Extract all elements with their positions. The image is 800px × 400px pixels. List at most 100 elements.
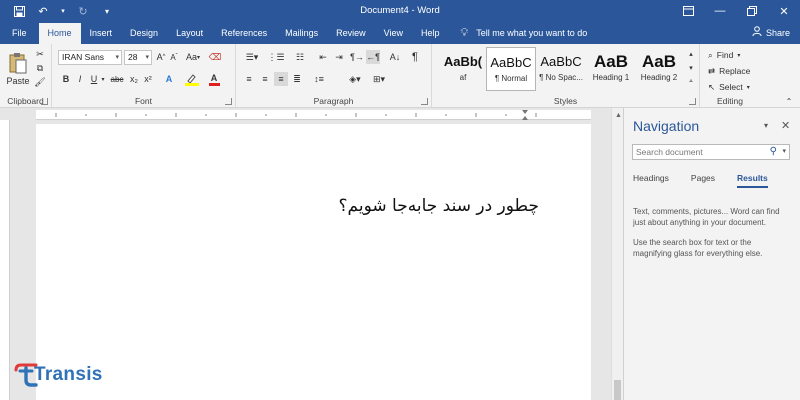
horizontal-ruler[interactable] (36, 110, 591, 120)
grow-font-button[interactable]: A ^ (155, 50, 167, 64)
close-icon[interactable]: ✕ (768, 0, 800, 22)
font-color-icon[interactable]: A (206, 72, 222, 86)
paragraph-launcher-icon[interactable] (421, 98, 428, 105)
paste-button[interactable]: Paste (4, 48, 32, 90)
chevron-down-icon: ▾ (115, 54, 119, 61)
styles-group: AaBb( af AaBbC ¶ Normal AaBbC ¶ No Spac.… (432, 44, 700, 108)
show-formatting-button[interactable]: ¶ (408, 50, 422, 64)
tab-review[interactable]: Review (327, 22, 375, 44)
tab-references[interactable]: References (212, 22, 276, 44)
align-right-icon[interactable]: ≡ (274, 72, 288, 86)
vertical-scrollbar[interactable]: ▲ (611, 108, 623, 400)
styles-launcher-icon[interactable] (689, 98, 696, 105)
line-spacing-icon[interactable]: ↕≡ (310, 72, 328, 86)
style-no-spacing[interactable]: AaBbC ¶ No Spac... (536, 47, 586, 91)
ribbon-display-options-icon[interactable] (672, 0, 704, 22)
tab-headings[interactable]: Headings (633, 173, 669, 188)
style-normal[interactable]: AaBbC ¶ Normal (486, 47, 536, 91)
highlight-color-icon[interactable] (184, 72, 200, 86)
bullets-icon[interactable]: ☰▾ (242, 50, 262, 64)
customize-qat-icon[interactable]: ▾ (100, 4, 114, 18)
brand-logo: Transis (14, 362, 103, 388)
style-af[interactable]: AaBb( af (438, 47, 488, 91)
select-button[interactable]: ↖ Select ▾ (708, 80, 750, 94)
vertical-ruler[interactable] (0, 120, 10, 400)
replace-button[interactable]: ⇄ Replace (708, 64, 750, 78)
restore-icon[interactable] (736, 0, 768, 22)
tab-file[interactable]: File (0, 22, 39, 44)
tab-mailings[interactable]: Mailings (276, 22, 327, 44)
underline-dropdown-icon[interactable]: ▾ (100, 72, 106, 86)
minimize-icon[interactable]: — (704, 0, 736, 22)
redo-icon[interactable]: ↻ (76, 4, 90, 18)
styles-scroll-up-icon[interactable]: ▴ (686, 48, 696, 60)
clipboard-launcher-icon[interactable] (41, 98, 48, 105)
tab-insert[interactable]: Insert (81, 22, 122, 44)
style-name: af (459, 73, 467, 82)
cursor-icon: ↖ (708, 81, 716, 92)
text-effects-icon[interactable]: A (162, 72, 176, 86)
undo-dropdown-icon[interactable]: ▾ (60, 4, 66, 18)
document-text[interactable]: چطور در سند جابه‌جا شویم؟ (339, 196, 539, 216)
close-pane-icon[interactable]: ✕ (781, 119, 790, 132)
ltr-direction-icon[interactable]: ¶→ (350, 50, 364, 64)
style-name: Heading 1 (592, 73, 630, 82)
styles-scroll-down-icon[interactable]: ▾ (686, 62, 696, 74)
paste-icon (9, 53, 27, 74)
tell-me-box[interactable]: 💡︎ Tell me what you want to do (449, 22, 588, 44)
format-painter-icon[interactable]: 🖌︎ (34, 76, 46, 88)
tab-results[interactable]: Results (737, 173, 768, 188)
align-center-icon[interactable]: ≡ (258, 72, 272, 86)
bold-button[interactable]: B (60, 72, 72, 86)
copy-icon[interactable]: ⧉ (34, 62, 46, 74)
font-launcher-icon[interactable] (225, 98, 232, 105)
document-page[interactable]: چطور در سند جابه‌جا شویم؟ (36, 124, 591, 400)
shading-icon[interactable]: ◈▾ (346, 72, 364, 86)
tab-design[interactable]: Design (121, 22, 167, 44)
numbering-icon[interactable]: ⋮☰ (266, 50, 286, 64)
style-heading-1[interactable]: AaB Heading 1 (586, 47, 636, 91)
sort-icon[interactable]: A↓ (388, 50, 402, 64)
superscript-button[interactable]: x² (142, 72, 154, 86)
cut-icon[interactable]: ✂ (34, 48, 46, 60)
tab-view[interactable]: View (375, 22, 412, 44)
tab-pages[interactable]: Pages (691, 173, 715, 188)
paragraph-group-label: Paragraph (313, 96, 354, 106)
scroll-up-icon[interactable]: ▲ (615, 112, 622, 119)
style-heading-2[interactable]: AaB Heading 2 (634, 47, 684, 91)
navigation-title: Navigation (633, 118, 700, 134)
clear-formatting-icon[interactable]: ⌫ (208, 50, 222, 64)
tab-help[interactable]: Help (412, 22, 449, 44)
collapse-ribbon-icon[interactable]: ⌃ (784, 96, 794, 106)
undo-icon[interactable]: ↶ (36, 4, 50, 18)
search-document-input[interactable]: Search document ⚲ ▾ (632, 144, 790, 160)
italic-button[interactable]: I (74, 72, 86, 86)
shrink-font-button[interactable]: Aˇ (168, 50, 180, 64)
save-icon[interactable] (12, 4, 26, 18)
pane-options-icon[interactable]: ▾ (764, 121, 768, 130)
chevron-down-icon[interactable]: ▾ (782, 145, 786, 159)
increase-indent-icon[interactable]: ⇥ (332, 50, 346, 64)
justify-icon[interactable]: ≣ (290, 72, 304, 86)
align-left-icon[interactable]: ≡ (242, 72, 256, 86)
font-size-select[interactable]: 28 ▾ (124, 50, 152, 65)
decrease-indent-icon[interactable]: ⇤ (316, 50, 330, 64)
subscript-button[interactable]: x₂ (128, 72, 140, 86)
find-button[interactable]: ⌕ Find ▾ (708, 48, 740, 62)
scroll-thumb[interactable] (614, 380, 621, 400)
strikethrough-button[interactable]: abc (109, 72, 125, 86)
rtl-direction-button[interactable]: ←¶ (366, 50, 380, 64)
styles-more-icon[interactable]: ⩡ (686, 76, 696, 88)
ribbon-home: Paste ✂ ⧉ 🖌︎ Clipboard IRAN Sans ▾ 28 ▾ … (0, 44, 800, 108)
share-button[interactable]: Share (752, 22, 790, 44)
multilevel-list-icon[interactable]: ☷ (290, 50, 310, 64)
change-case-button[interactable]: Aa ▾ (184, 50, 202, 64)
tab-layout[interactable]: Layout (167, 22, 212, 44)
font-name-select[interactable]: IRAN Sans ▾ (58, 50, 122, 65)
magnifier-icon[interactable]: ⚲ (770, 145, 777, 159)
font-group-label: Font (134, 96, 152, 106)
style-sample: AaB (593, 52, 628, 71)
underline-button[interactable]: U (88, 72, 100, 86)
borders-icon[interactable]: ⊞▾ (370, 72, 388, 86)
tab-home[interactable]: Home (38, 23, 81, 44)
